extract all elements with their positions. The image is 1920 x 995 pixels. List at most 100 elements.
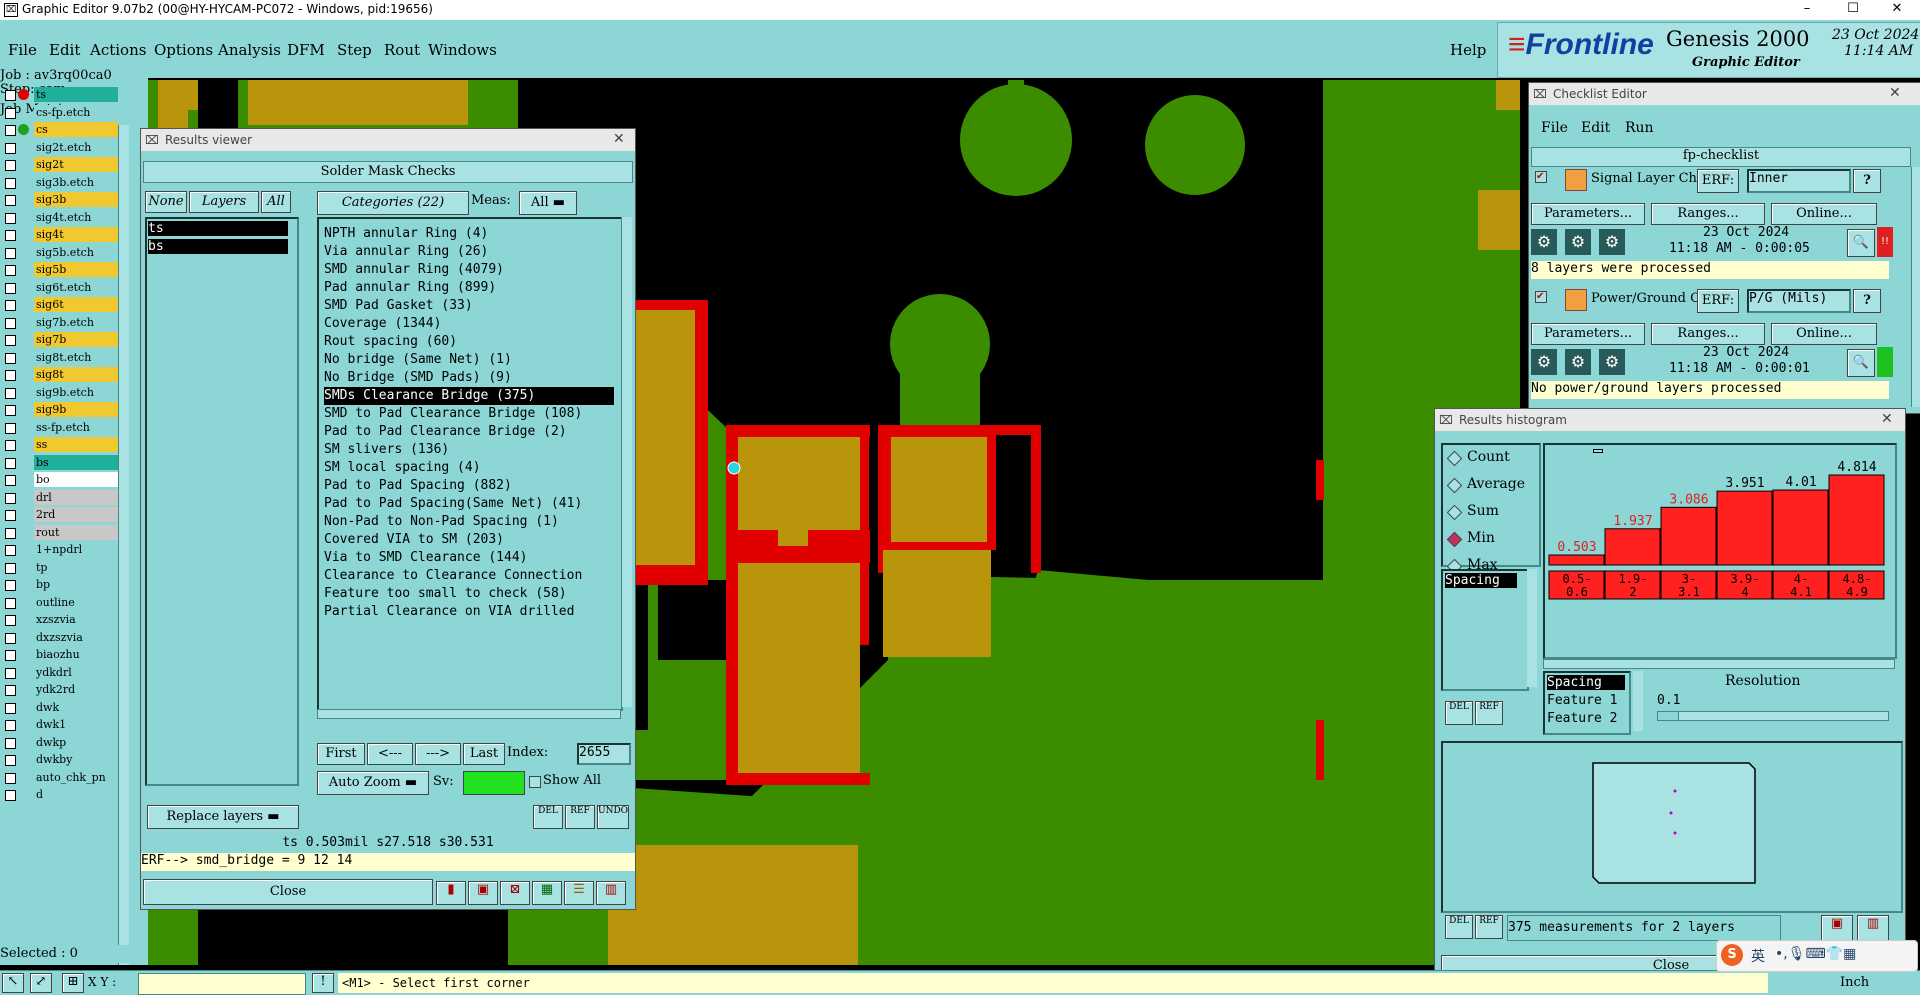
layer-name[interactable]: xzszvia — [34, 612, 118, 627]
close-icon[interactable]: ✕ — [613, 131, 625, 147]
layer-checkbox[interactable] — [5, 90, 16, 101]
index-input[interactable]: 2655 — [577, 743, 631, 765]
layer-name[interactable]: sig5b.etch — [34, 244, 118, 260]
erf-value[interactable]: Inner — [1747, 169, 1851, 193]
sub-list-scrollbar[interactable] — [1633, 671, 1643, 731]
histogram-option[interactable]: Count — [1467, 449, 1510, 465]
layer-row[interactable]: ydk2rd — [2, 682, 118, 698]
grid-tool-icon[interactable]: ⊞ — [62, 973, 84, 993]
menu-windows[interactable]: Windows — [428, 41, 497, 59]
parameters-button[interactable]: Parameters... — [1531, 203, 1645, 225]
layer-row[interactable]: drl — [2, 489, 118, 506]
layer-checkbox[interactable] — [5, 300, 16, 311]
help-button[interactable]: ? — [1853, 169, 1881, 193]
layer-row[interactable]: auto_chk_pn — [2, 769, 118, 786]
menu-options[interactable]: Options — [154, 41, 213, 59]
ime-logo-icon[interactable]: S — [1721, 944, 1743, 966]
layer-checkbox[interactable] — [5, 527, 16, 539]
menu-rout[interactable]: Rout — [384, 41, 420, 59]
close-button[interactable]: ✕ — [1874, 0, 1920, 20]
layer-checkbox[interactable] — [5, 667, 16, 679]
layer-checkbox[interactable] — [5, 615, 16, 626]
layer-row[interactable]: ydkdrl — [2, 664, 118, 681]
xy-input[interactable] — [138, 973, 306, 995]
layer-row[interactable]: sig5b.etch — [2, 244, 118, 261]
layer-name[interactable]: sig4t — [34, 227, 118, 242]
layer-name[interactable]: auto_chk_pn — [34, 769, 118, 785]
category-item[interactable]: Via annular Ring (26) — [324, 243, 488, 261]
layer-row[interactable]: dwk — [2, 699, 118, 716]
layer-row[interactable]: sig2t — [2, 157, 118, 173]
layer-name[interactable]: sig9b.etch — [34, 384, 118, 400]
resolution-slider[interactable] — [1657, 711, 1889, 721]
layer-name[interactable]: sig4t.etch — [34, 209, 118, 225]
layer-checkbox[interactable] — [5, 545, 16, 556]
layer-name[interactable]: dwkby — [34, 752, 118, 767]
layer-checkbox[interactable] — [5, 387, 16, 399]
next-button[interactable]: ---> — [415, 743, 461, 765]
category-item[interactable]: Pad to Pad Spacing (882) — [324, 477, 512, 495]
layer-name[interactable]: sig2t.etch — [34, 139, 118, 155]
cross-icon[interactable]: ⊠ — [500, 881, 530, 905]
layer-name[interactable]: biaozhu — [34, 647, 118, 662]
layer-name[interactable]: bs — [34, 454, 118, 470]
layer-row[interactable]: sig4t — [2, 227, 118, 243]
layer-checkbox[interactable] — [5, 247, 16, 259]
checklist-scrollbar[interactable] — [1911, 167, 1920, 407]
layer-checkbox[interactable] — [5, 492, 16, 504]
histogram-option[interactable]: Min — [1467, 530, 1495, 546]
highlight-icon[interactable]: ▮ — [436, 881, 466, 905]
layer-row[interactable]: sig8t.etch — [2, 349, 118, 366]
layer-row[interactable]: ss — [2, 437, 118, 453]
layer-name[interactable]: bp — [34, 577, 118, 592]
category-item[interactable]: SM local spacing (4) — [324, 459, 481, 477]
online-button[interactable]: Online... — [1771, 323, 1877, 345]
menu-help[interactable]: Help — [1450, 41, 1486, 59]
category-item[interactable]: SMD to Pad Clearance Bridge (108) — [324, 405, 582, 423]
screen-icon[interactable]: ▣ — [468, 881, 498, 905]
layer-row[interactable]: sig9b — [2, 402, 118, 418]
layer-row[interactable]: bs — [2, 454, 118, 471]
layer-name[interactable]: ss — [34, 437, 118, 452]
category-item[interactable]: Covered VIA to SM (203) — [324, 531, 504, 549]
categories-scrollbar[interactable] — [621, 217, 632, 707]
layer-checkbox[interactable] — [5, 107, 16, 119]
layer-row[interactable]: outline — [2, 594, 118, 611]
parameters-button[interactable]: Parameters... — [1531, 323, 1645, 345]
layer-row[interactable]: bp — [2, 577, 118, 593]
units-label[interactable]: Inch — [1840, 975, 1869, 990]
layer-row[interactable]: sig3b.etch — [2, 174, 118, 191]
category-item[interactable]: Pad to Pad Clearance Bridge (2) — [324, 423, 567, 441]
meas-dropdown[interactable]: All ▬ — [519, 191, 577, 215]
layer-row[interactable]: 2rd — [2, 507, 118, 523]
menu-step[interactable]: Step — [337, 41, 372, 59]
layer-checkbox[interactable] — [5, 562, 16, 574]
sub-list-item[interactable]: Feature 2 — [1547, 711, 1617, 726]
menu-analysis[interactable]: Analysis — [218, 41, 281, 59]
category-item[interactable]: SMDs Clearance Bridge (375) — [324, 387, 614, 405]
category-item[interactable]: Pad to Pad Spacing(Same Net) (41) — [324, 495, 582, 513]
menu-dfm[interactable]: DFM — [287, 41, 325, 59]
histogram-option[interactable]: Sum — [1467, 503, 1499, 519]
close-icon[interactable]: ✕ — [1881, 411, 1893, 427]
layer-checkbox[interactable] — [5, 195, 16, 206]
arrow-tool-icon[interactable]: ↖ — [2, 973, 24, 993]
histogram-bar[interactable] — [1772, 489, 1829, 566]
histogram-bar[interactable] — [1604, 528, 1661, 566]
layer-row[interactable]: xzszvia — [2, 612, 118, 628]
layers-button[interactable]: Layers — [189, 191, 259, 213]
ime-tools-icon[interactable]: •,🎙⌨👕▦ — [1775, 946, 1856, 962]
del-button[interactable]: DEL — [533, 805, 563, 829]
layer-name[interactable]: ydkdrl — [34, 664, 118, 680]
histogram-bar[interactable] — [1716, 490, 1773, 566]
layer-checkbox[interactable] — [5, 142, 16, 154]
layer-row[interactable]: sig2t.etch — [2, 139, 118, 156]
category-item[interactable]: Pad annular Ring (899) — [324, 279, 496, 297]
category-item[interactable]: Via to SMD Clearance (144) — [324, 549, 528, 567]
layer-checkbox[interactable] — [5, 317, 16, 329]
layer-row[interactable]: sig7b.etch — [2, 314, 118, 331]
categories-button[interactable]: Categories (22) — [317, 191, 469, 215]
layer-checkbox[interactable] — [5, 405, 16, 416]
layer-checkbox[interactable] — [5, 685, 16, 696]
layer-checkbox[interactable] — [5, 597, 16, 609]
